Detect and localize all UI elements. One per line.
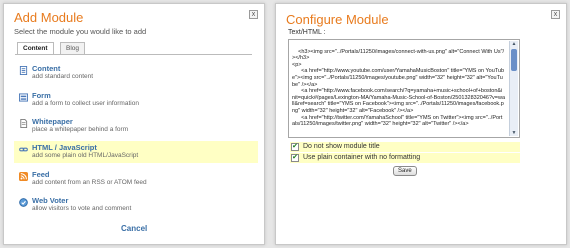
dialog-title: Configure Module (286, 12, 389, 27)
plain-container-checkbox-row[interactable]: ✔ Use plain container with no formatting (290, 153, 520, 163)
rss-icon (19, 172, 28, 181)
page-icon (19, 66, 28, 75)
dialog-subtitle: Select the module you would like to add (14, 27, 147, 36)
text-html-label: Text/HTML : (288, 29, 326, 36)
form-icon (19, 93, 28, 102)
checkbox-label: Do not show module title (303, 143, 380, 150)
module-name: Content (32, 64, 61, 73)
module-name: Form (32, 91, 51, 100)
configure-module-dialog: x Configure Module Text/HTML : <h3><img … (275, 3, 567, 245)
module-name: Web Voter (32, 196, 69, 205)
module-name: Whitepaper (32, 117, 73, 126)
module-desc: add a form to collect user information (32, 100, 139, 107)
module-item-feed[interactable]: Feed add content from an RSS or ATOM fee… (14, 168, 258, 190)
html-textarea[interactable]: <h3><img src="../Portals/11250/images/co… (288, 39, 520, 138)
link-icon (19, 147, 28, 152)
add-module-dialog: x Add Module Select the module you would… (3, 3, 265, 245)
module-item-form[interactable]: Form add a form to collect user informat… (14, 89, 258, 111)
hide-title-checkbox-row[interactable]: ✔ Do not show module title (290, 142, 520, 152)
scroll-up-icon[interactable]: ▲ (511, 41, 517, 47)
module-item-web-voter[interactable]: Web Voter allow visitors to vote and com… (14, 194, 258, 216)
module-item-whitepaper[interactable]: Whitepaper place a whitepaper behind a f… (14, 115, 258, 137)
module-desc: allow visitors to vote and comment (32, 205, 132, 212)
close-icon[interactable]: x (249, 10, 258, 19)
module-item-html-javascript[interactable]: HTML / JavaScript add some plain old HTM… (14, 141, 258, 163)
module-name: Feed (32, 170, 50, 179)
close-icon[interactable]: x (551, 10, 560, 19)
plain-container-checkbox[interactable]: ✔ (291, 154, 299, 162)
voter-icon (19, 198, 28, 207)
cancel-button[interactable]: Cancel (121, 224, 147, 233)
document-icon (20, 119, 28, 128)
module-desc: add standard content (32, 73, 94, 80)
scroll-thumb[interactable] (511, 49, 517, 71)
save-button[interactable]: Save (393, 166, 417, 176)
tab-blog[interactable]: Blog (60, 42, 86, 54)
hide-title-checkbox[interactable]: ✔ (291, 143, 299, 151)
textarea-scrollbar[interactable]: ▲ ▼ (509, 41, 518, 136)
checkbox-label: Use plain container with no formatting (303, 154, 421, 161)
scroll-down-icon[interactable]: ▼ (511, 130, 517, 136)
tab-divider (15, 54, 252, 55)
html-textarea-value: <h3><img src="../Portals/11250/images/co… (292, 48, 506, 128)
module-desc: add some plain old HTML/JavaScript (32, 152, 139, 159)
module-name: HTML / JavaScript (32, 143, 97, 152)
dialog-title: Add Module (14, 10, 84, 25)
module-desc: add content from an RSS or ATOM feed (32, 179, 147, 186)
module-desc: place a whitepaper behind a form (32, 126, 129, 133)
module-item-content[interactable]: Content add standard content (14, 62, 258, 84)
